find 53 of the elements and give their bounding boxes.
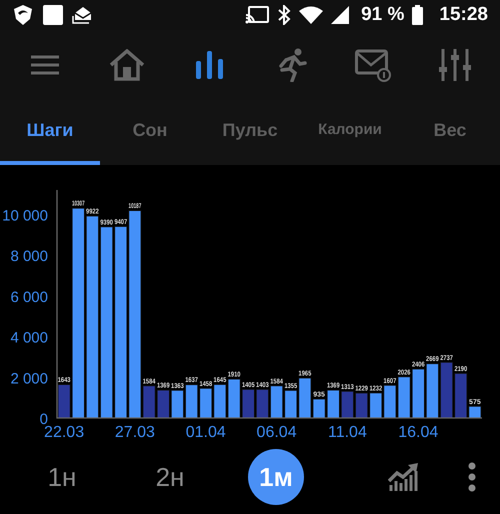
bar bbox=[213, 384, 226, 418]
bar bbox=[156, 390, 170, 418]
bar bbox=[242, 389, 255, 418]
home-icon[interactable] bbox=[109, 49, 145, 81]
period-button[interactable]: 1м bbox=[248, 449, 304, 505]
axis-label: 06.04 bbox=[256, 424, 297, 440]
tab[interactable]: Вес bbox=[400, 100, 500, 165]
axis-label: 27.03 bbox=[114, 424, 155, 440]
bar bbox=[440, 362, 454, 418]
clock: 15:28 bbox=[439, 2, 488, 27]
menu-icon[interactable] bbox=[31, 53, 59, 77]
bluetooth-icon bbox=[277, 5, 292, 25]
axis-label: 11.04 bbox=[328, 424, 367, 440]
axis-label: 01.04 bbox=[186, 424, 226, 440]
bar bbox=[270, 385, 284, 418]
bar-chart-icon[interactable] bbox=[196, 51, 222, 79]
tab[interactable]: Сон bbox=[100, 100, 200, 165]
battery-icon bbox=[412, 5, 424, 25]
axis-label: 4 000 bbox=[10, 330, 48, 347]
axis-label: 2 000 bbox=[10, 370, 48, 388]
more-icon[interactable] bbox=[468, 462, 476, 492]
sliders-icon[interactable] bbox=[439, 49, 471, 81]
tab[interactable]: Пульс bbox=[200, 100, 300, 165]
bar bbox=[383, 384, 396, 418]
trend-chart-icon[interactable] bbox=[388, 463, 420, 491]
axis-label: 16.04 bbox=[398, 424, 438, 440]
battery-level: 91 % bbox=[361, 2, 404, 27]
cast-icon bbox=[245, 6, 270, 24]
tab[interactable]: Шаги bbox=[0, 100, 100, 165]
axis-label: 22.03 bbox=[44, 424, 84, 440]
period-button[interactable]: 2н bbox=[140, 449, 200, 505]
app-icon bbox=[12, 5, 34, 25]
axis-label: 8 000 bbox=[10, 248, 48, 266]
bar bbox=[340, 390, 354, 418]
bar bbox=[256, 389, 269, 418]
signal-icon bbox=[331, 6, 350, 24]
mail-icon bbox=[72, 6, 94, 24]
bar bbox=[185, 384, 198, 418]
bar bbox=[369, 392, 382, 418]
bar bbox=[426, 363, 439, 418]
bar bbox=[199, 388, 212, 418]
period-button[interactable]: 1н bbox=[32, 449, 92, 505]
tab[interactable]: Калории bbox=[300, 100, 400, 165]
notification-icon bbox=[42, 4, 64, 26]
axis-label: 10 000 bbox=[2, 207, 48, 224]
bar bbox=[228, 378, 241, 418]
bar bbox=[355, 392, 368, 418]
bar bbox=[398, 376, 411, 418]
bar bbox=[170, 390, 184, 418]
bar bbox=[412, 368, 425, 418]
envelope-badge-icon[interactable] bbox=[355, 48, 391, 82]
wifi-icon bbox=[299, 6, 324, 24]
axis-label: 6 000 bbox=[10, 288, 48, 306]
